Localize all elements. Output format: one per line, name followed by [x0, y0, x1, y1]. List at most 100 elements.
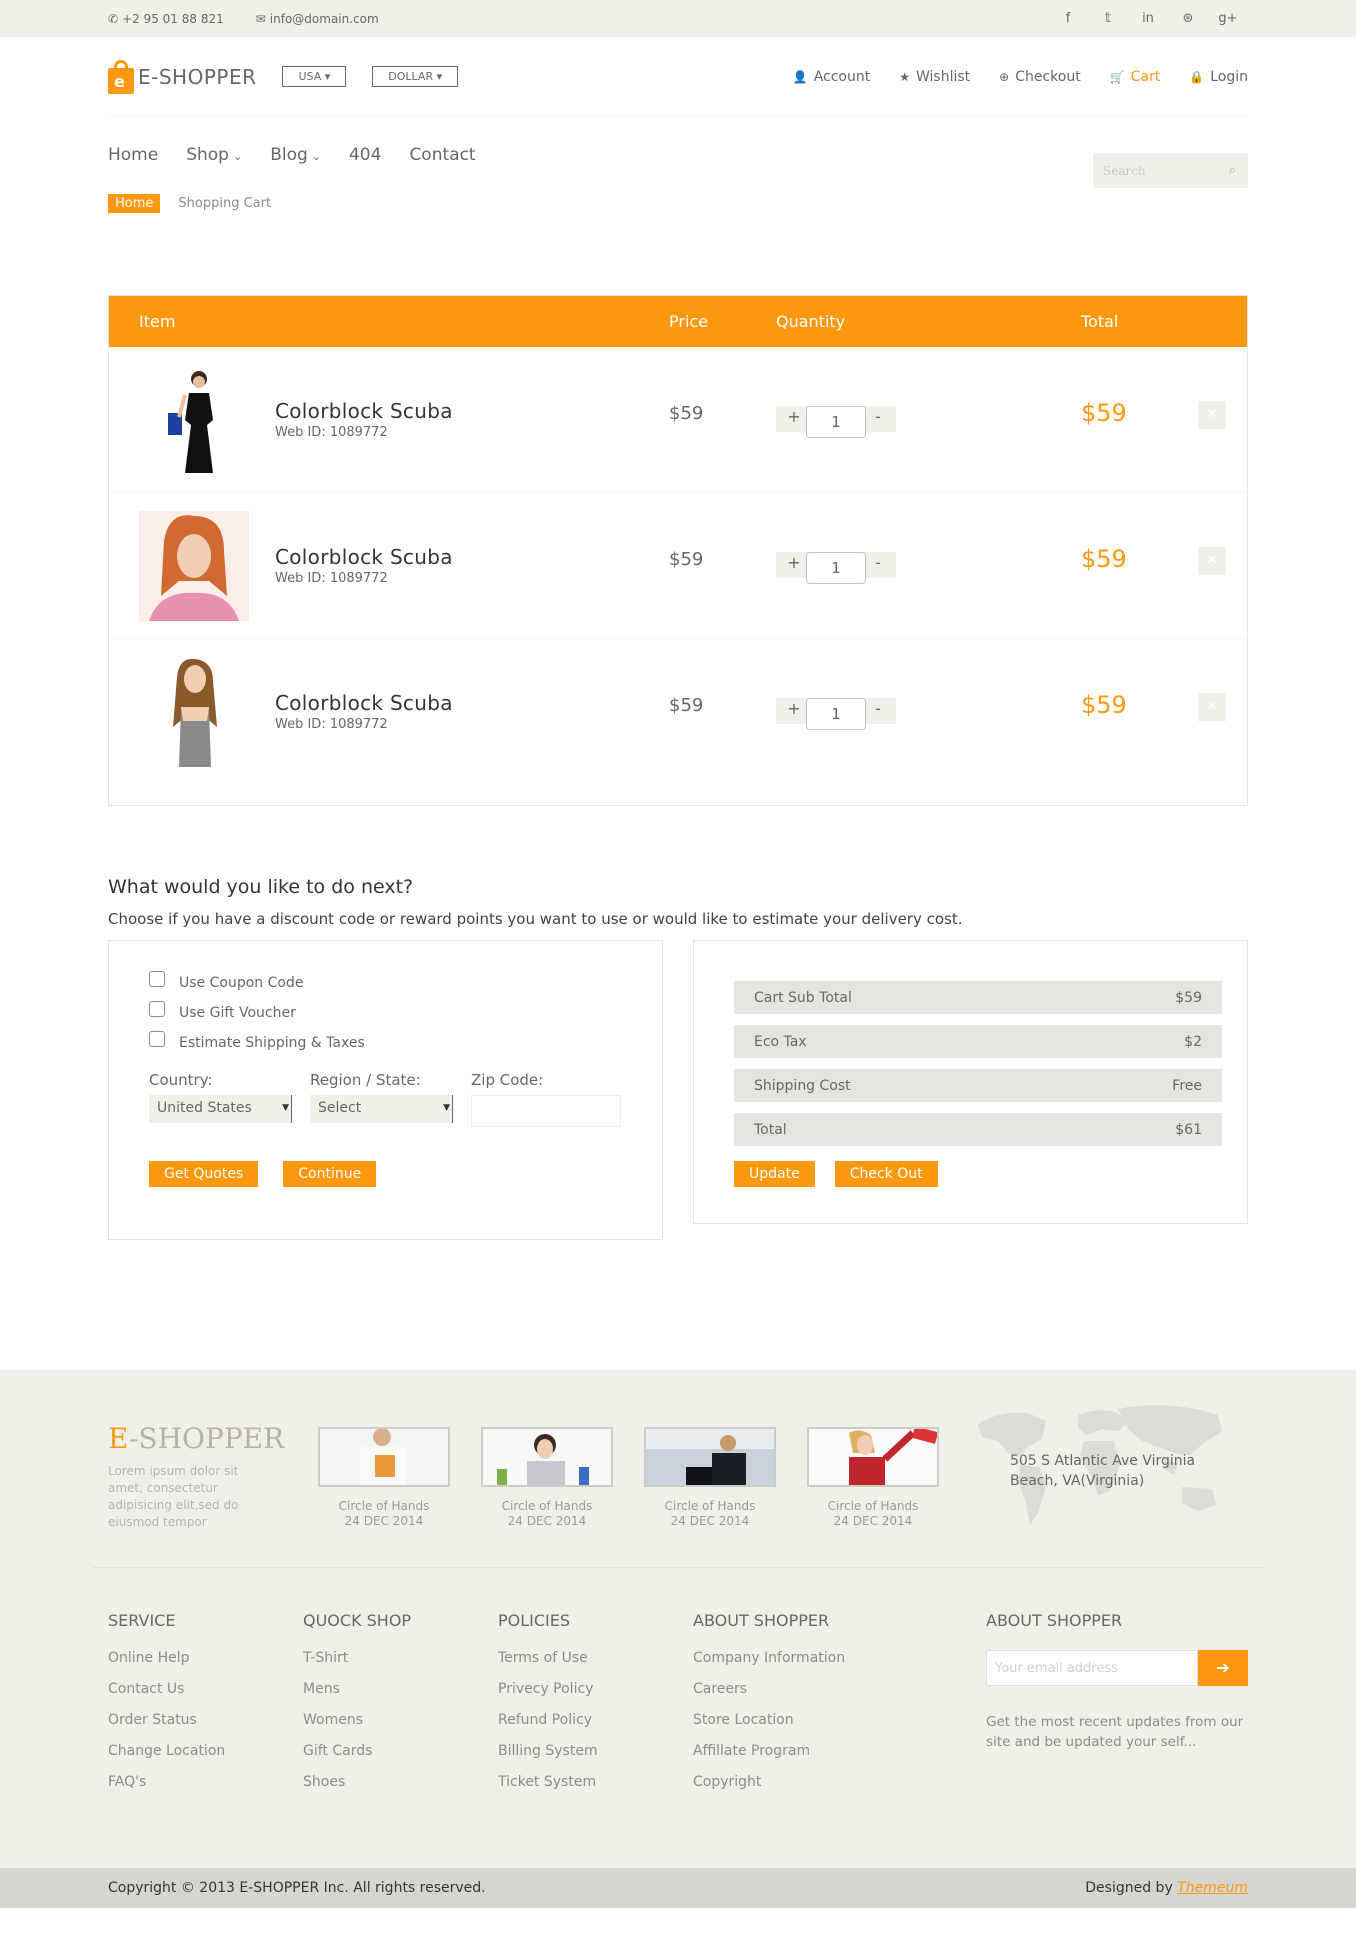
footer-link[interactable]: Change Location — [108, 1743, 225, 1759]
nav-blog[interactable]: Blog ⌄ — [270, 145, 321, 165]
footer-link[interactable]: Store Location — [693, 1712, 845, 1728]
footer-link[interactable]: Online Help — [108, 1650, 225, 1666]
search-icon[interactable]: ⌕ — [1229, 163, 1236, 178]
footer-link[interactable]: Affillate Program — [693, 1743, 845, 1759]
email-link[interactable]: ✉ info@domain.com — [256, 12, 379, 26]
product-image[interactable] — [139, 365, 249, 475]
country-select[interactable]: United States ▼ — [149, 1095, 292, 1123]
wishlist-link[interactable]: ★ Wishlist — [899, 69, 970, 85]
product-name[interactable]: Colorblock Scuba — [275, 399, 453, 423]
zip-code-input[interactable] — [471, 1095, 621, 1127]
product-web-id: Web ID: 1089772 — [275, 717, 388, 732]
cart-link[interactable]: 🛒 Cart — [1110, 69, 1161, 85]
footer-link[interactable]: Terms of Use — [498, 1650, 598, 1666]
footer-link[interactable]: Company Information — [693, 1650, 845, 1666]
footer-link[interactable]: Order Status — [108, 1712, 225, 1728]
checkout-link[interactable]: ⊕ Checkout — [999, 69, 1081, 85]
dribbble-icon[interactable]: ⊛ — [1168, 11, 1208, 26]
phone-icon: ✆ — [108, 11, 119, 26]
video-item[interactable]: Circle of Hands 24 DEC 2014 — [644, 1427, 776, 1529]
footer-link[interactable]: Billing System — [498, 1743, 598, 1759]
google-plus-icon[interactable]: g+ — [1208, 11, 1248, 26]
star-icon: ★ — [899, 69, 910, 84]
video-item[interactable]: Circle of Hands 24 DEC 2014 — [318, 1427, 450, 1529]
product-price: $59 — [669, 695, 704, 716]
check-out-button[interactable]: Check Out — [834, 1161, 938, 1187]
footer-logo[interactable]: E-SHOPPER — [108, 1422, 284, 1455]
footer-link[interactable]: Gift Cards — [303, 1743, 411, 1759]
footer-link[interactable]: Refund Policy — [498, 1712, 598, 1728]
product-image[interactable] — [139, 511, 249, 621]
update-button[interactable]: Update — [734, 1161, 815, 1187]
twitter-icon[interactable]: 𝕥 — [1088, 11, 1128, 26]
coupon-checkbox[interactable] — [149, 971, 165, 987]
product-name[interactable]: Colorblock Scuba — [275, 545, 453, 569]
currency-dropdown[interactable]: DOLLAR ▾ — [372, 66, 459, 87]
video-item[interactable]: Circle of Hands 24 DEC 2014 — [807, 1427, 939, 1529]
delete-item-button[interactable]: ✕ — [1198, 693, 1226, 721]
linkedin-icon[interactable]: in — [1128, 11, 1168, 26]
close-icon: ✕ — [1206, 407, 1218, 422]
footer-column-title: ABOUT SHOPPER — [986, 1611, 1123, 1630]
quantity-stepper: + - — [776, 549, 896, 584]
zip-label: Zip Code: — [471, 1071, 544, 1089]
footer-address: 505 S Atlantic Ave Virginia Beach, VA(Vi… — [968, 1395, 1233, 1545]
video-item[interactable]: Circle of Hands 24 DEC 2014 — [481, 1427, 613, 1529]
footer-link[interactable]: Careers — [693, 1681, 845, 1697]
caret-down-icon: ▾ — [436, 70, 443, 83]
breadcrumb-home[interactable]: Home — [108, 194, 161, 213]
get-quotes-button[interactable]: Get Quotes — [149, 1161, 259, 1187]
gift-voucher-checkbox[interactable] — [149, 1001, 165, 1017]
shipping-estimate-checkbox[interactable] — [149, 1031, 165, 1047]
nav-shop[interactable]: Shop ⌄ — [186, 145, 242, 165]
footer-link[interactable]: Contact Us — [108, 1681, 225, 1697]
product-name[interactable]: Colorblock Scuba — [275, 691, 453, 715]
subscribe-email-input[interactable] — [986, 1650, 1198, 1686]
product-price: $59 — [669, 403, 704, 424]
logo[interactable]: e E-SHOPPER — [108, 59, 256, 94]
region-select[interactable]: Select ▼ — [310, 1095, 453, 1123]
search-input[interactable] — [1103, 163, 1213, 178]
account-link[interactable]: 👤 Account — [793, 69, 870, 85]
footer-link[interactable]: Ticket System — [498, 1774, 598, 1790]
footer-link[interactable]: Womens — [303, 1712, 411, 1728]
video-title: Circle of Hands — [827, 1499, 919, 1513]
video-thumbnail[interactable] — [807, 1427, 939, 1487]
coupon-option: Use Coupon Code — [149, 971, 622, 991]
quantity-input[interactable] — [806, 698, 866, 730]
footer-column-quick-shop: QUOCK SHOP T-Shirt Mens Womens Gift Card… — [303, 1611, 411, 1805]
nav-home[interactable]: Home — [108, 145, 158, 165]
facebook-icon[interactable]: f — [1048, 11, 1088, 26]
breadcrumb: Home Shopping Cart — [108, 194, 1248, 213]
country-dropdown[interactable]: USA ▾ — [282, 66, 347, 87]
footer-link[interactable]: FAQ's — [108, 1774, 225, 1790]
footer-link[interactable]: T-Shirt — [303, 1650, 411, 1666]
delete-item-button[interactable]: ✕ — [1198, 401, 1226, 429]
footer-link[interactable]: Mens — [303, 1681, 411, 1697]
footer-column-title: ABOUT SHOPPER — [693, 1611, 830, 1630]
footer-link[interactable]: Privecy Policy — [498, 1681, 598, 1697]
address-text: 505 S Atlantic Ave Virginia Beach, VA(Vi… — [1010, 1453, 1196, 1489]
subscribe-button[interactable]: ➔ — [1198, 1650, 1248, 1686]
nav-contact[interactable]: Contact — [409, 145, 475, 165]
quantity-input[interactable] — [806, 552, 866, 584]
footer-link[interactable]: Copyright — [693, 1774, 845, 1790]
video-thumbnail[interactable] — [318, 1427, 450, 1487]
summary-row: Total $61 — [734, 1113, 1222, 1146]
designer-link[interactable]: Themeum — [1177, 1880, 1248, 1896]
continue-button[interactable]: Continue — [283, 1161, 377, 1187]
product-image[interactable] — [139, 657, 249, 767]
footer-column-service: SERVICE Online Help Contact Us Order Sta… — [108, 1611, 225, 1805]
summary-row: Cart Sub Total $59 — [734, 981, 1222, 1014]
footer-link[interactable]: Shoes — [303, 1774, 411, 1790]
phone-link[interactable]: ✆ +2 95 01 88 821 — [108, 12, 224, 26]
product-price: $59 — [669, 549, 704, 570]
summary-row: Shipping Cost Free — [734, 1069, 1222, 1102]
delete-item-button[interactable]: ✕ — [1198, 547, 1226, 575]
nav-404[interactable]: 404 — [349, 145, 381, 165]
video-thumbnail[interactable] — [481, 1427, 613, 1487]
login-link[interactable]: 🔒 Login — [1189, 69, 1248, 85]
quantity-input[interactable] — [806, 406, 866, 438]
video-thumbnail[interactable] — [644, 1427, 776, 1487]
video-title: Circle of Hands — [501, 1499, 593, 1513]
